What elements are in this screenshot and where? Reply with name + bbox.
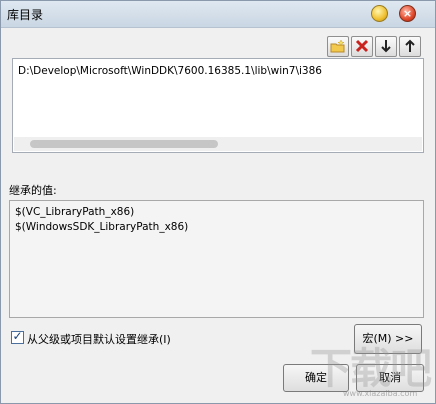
- close-icon: ×: [402, 7, 413, 20]
- delete-icon: [355, 39, 369, 53]
- watermark-url: www.xiazaiba.com: [343, 389, 418, 398]
- move-up-button[interactable]: [399, 36, 421, 57]
- scrollbar-thumb[interactable]: [30, 140, 218, 148]
- checkmark-icon: ✓: [12, 329, 23, 343]
- arrow-down-icon: [381, 40, 391, 53]
- inherited-values-label: 继承的值:: [9, 184, 57, 197]
- inherited-value: $(WindowsSDK_LibraryPath_x86): [15, 221, 189, 233]
- new-line-button[interactable]: [327, 36, 349, 57]
- minimize-icon: [372, 6, 387, 21]
- inherit-checkbox-label[interactable]: 从父级或项目默认设置继承(I): [27, 331, 171, 347]
- horizontal-scrollbar[interactable]: [14, 137, 406, 151]
- scroll-corner: [406, 137, 422, 151]
- arrow-up-icon: [405, 39, 415, 52]
- title-bar: 库目录 ×: [1, 1, 435, 28]
- move-down-button[interactable]: [375, 36, 397, 57]
- inherited-value: $(VC_LibraryPath_x86): [15, 206, 135, 218]
- minimize-button[interactable]: [371, 5, 388, 22]
- window-title: 库目录: [7, 8, 44, 22]
- delete-line-button[interactable]: [351, 36, 373, 57]
- watermark-logo: 下载吧: [310, 344, 432, 393]
- inherited-values-list: $(VC_LibraryPath_x86) $(WindowsSDK_Libra…: [9, 200, 424, 318]
- new-folder-icon: [330, 39, 345, 53]
- directory-entry[interactable]: D:\Develop\Microsoft\WinDDK\7600.16385.1…: [18, 65, 322, 77]
- inherit-checkbox[interactable]: ✓: [11, 329, 24, 344]
- close-button[interactable]: ×: [399, 5, 416, 22]
- library-directories-dialog: 库目录 × D:\Develop\Microsoft\WinDDK\7600.1…: [0, 0, 436, 404]
- directory-list[interactable]: D:\Develop\Microsoft\WinDDK\7600.16385.1…: [12, 58, 424, 153]
